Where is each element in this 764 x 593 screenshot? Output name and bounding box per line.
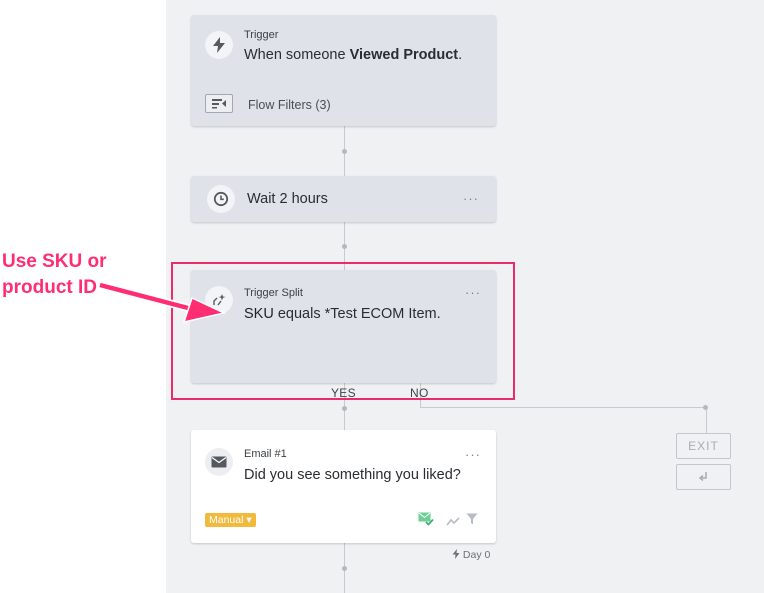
email-kicker: Email #1 <box>244 448 287 460</box>
branch-arrow-icon <box>698 472 707 482</box>
status-badge[interactable]: Manual ▾ <box>205 513 256 527</box>
no-branch-label: NO <box>410 386 429 400</box>
envelope-icon <box>205 448 233 476</box>
yes-branch-label: YES <box>331 386 356 400</box>
reconnect-button[interactable] <box>676 464 731 490</box>
analytics-icon <box>446 514 460 532</box>
exit-button[interactable]: EXIT <box>676 433 731 459</box>
email-menu-icon[interactable]: ··· <box>465 448 481 461</box>
email-approved-icon <box>418 512 434 531</box>
filter-funnel-icon <box>466 512 478 530</box>
email-subject: Did you see something you liked? <box>244 467 461 483</box>
lightning-icon <box>452 549 460 559</box>
day-label: Day 0 <box>452 549 490 561</box>
